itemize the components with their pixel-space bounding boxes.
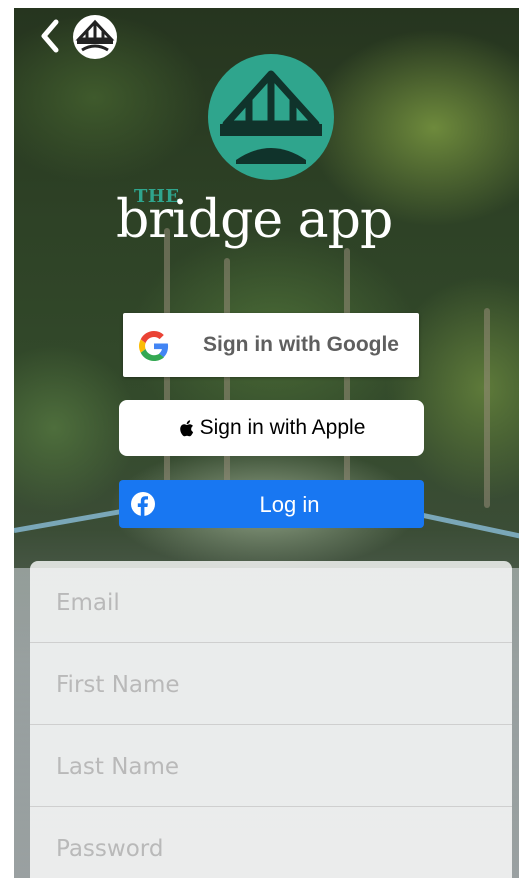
first-name-field-row: [30, 643, 512, 725]
facebook-login-button[interactable]: Log in: [119, 480, 424, 528]
bridge-logo-icon: [73, 15, 117, 59]
apple-icon: [179, 419, 193, 436]
signup-form: [30, 561, 512, 878]
signup-screen: THE bridge app Sign in with Google Sign …: [0, 0, 521, 878]
brand-logo: [206, 52, 336, 182]
google-signin-button[interactable]: Sign in with Google: [123, 313, 419, 377]
tree-trunk: [224, 258, 230, 498]
last-name-field-row: [30, 725, 512, 807]
brand-wordmark: THE bridge app: [116, 186, 436, 256]
facebook-login-label: Log in: [259, 492, 320, 517]
tree-trunk: [484, 308, 490, 508]
chevron-left-icon: [41, 19, 59, 53]
first-name-field[interactable]: [54, 667, 478, 703]
apple-signin-label: Sign in with Apple: [199, 416, 366, 439]
apple-signin-button[interactable]: Sign in with Apple: [119, 400, 424, 456]
email-field[interactable]: [54, 585, 478, 621]
google-icon: [139, 331, 169, 361]
email-field-row: [30, 561, 512, 643]
google-signin-label: Sign in with Google: [203, 333, 399, 356]
password-field[interactable]: [54, 831, 478, 867]
last-name-field[interactable]: [54, 749, 478, 785]
brand-name: bridge app: [116, 190, 393, 250]
back-button[interactable]: [36, 16, 64, 56]
header-logo: [70, 12, 120, 62]
password-field-row: [30, 807, 512, 878]
bridge-logo-icon: [208, 54, 334, 180]
